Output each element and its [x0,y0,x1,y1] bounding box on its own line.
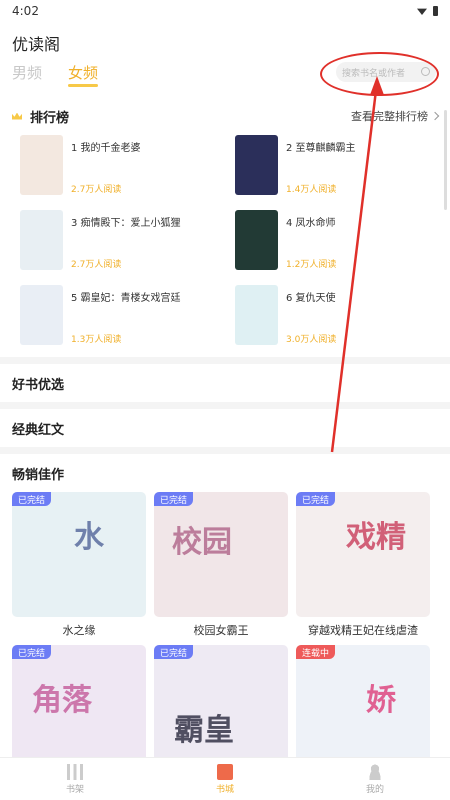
book-cover [20,135,63,195]
book-cover: 已完结 校园 [154,492,288,617]
bestseller-item[interactable]: 已完结 戏精 穿越戏精王妃在线虐渣 [296,492,430,645]
status-badge: 已完结 [296,492,336,506]
book-title: 校园女霸王 [193,624,249,637]
book-icon [217,763,233,780]
book-cover: 已完结 戏精 [296,492,430,617]
book-cover [20,285,63,345]
section-good-books[interactable]: 好书优选 [0,364,450,402]
bestseller-item[interactable]: 已完结 角落 [12,645,146,770]
status-badge: 连载中 [296,645,336,659]
status-bar: 4:02 [0,0,450,22]
status-badge: 已完结 [154,645,194,659]
book-title: 穿越戏精王妃在线虐渣 [308,624,418,637]
ranking-header: 排行榜 查看完整排行榜 [0,99,450,133]
ranking-list: 1 我的千金老婆 2.7万人阅读 2 至尊麒麟霸主 1.4万人阅读 3 痴情殿下… [0,135,450,347]
book-title: 1 我的千金老婆 [71,143,141,154]
book-title: 5 霸皇妃：青楼女戏宫廷 [71,293,181,304]
divider [0,402,450,409]
read-count: 2.7万人阅读 [71,260,122,270]
divider [0,447,450,454]
cover-art-text: 校园 [172,525,232,560]
scrollbar[interactable] [444,110,447,210]
cover-art-text: 戏精 [346,520,406,555]
book-cover [235,285,278,345]
rank-item[interactable]: 4 凤水命师 1.2万人阅读 [235,210,450,272]
status-time: 4:02 [12,4,39,18]
section-classic[interactable]: 经典红文 [0,409,450,447]
read-count: 1.4万人阅读 [286,185,337,195]
book-cover: 已完结 水 [12,492,146,617]
book-cover [235,135,278,195]
status-badge: 已完结 [12,492,52,506]
rank-item[interactable]: 5 霸皇妃：青楼女戏宫廷 1.3万人阅读 [20,285,235,347]
read-count: 1.3万人阅读 [71,335,122,345]
tab-female[interactable]: 女频 [68,62,99,87]
bestseller-item[interactable]: 已完结 霸皇 [154,645,288,770]
annotation-circle [320,52,439,96]
tab-male[interactable]: 男频 [12,62,42,83]
bookshelf-icon [67,763,83,780]
rank-item[interactable]: 3 痴情殿下：爱上小狐狸 2.7万人阅读 [20,210,235,272]
bestseller-item[interactable]: 已完结 水 水之缘 [12,492,146,645]
battery-icon [433,6,438,16]
user-icon [367,763,383,780]
bestseller-grid: 已完结 水 水之缘 已完结 校园 校园女霸王 已完结 戏精 穿越戏精王妃在线虐渣… [0,492,450,770]
ranking-more-link[interactable]: 查看完整排行榜 [351,108,440,124]
rank-item[interactable]: 2 至尊麒麟霸主 1.4万人阅读 [235,135,450,197]
book-title: 4 凤水命师 [286,218,336,229]
tab-bookstore[interactable]: 书城 [150,758,300,800]
cover-art-text: 水 [74,520,104,555]
read-count: 1.2万人阅读 [286,260,337,270]
book-title: 6 复仇天使 [286,293,336,304]
ranking-title: 排行榜 [30,110,70,126]
cover-art-text: 角落 [32,683,92,718]
cover-art-text: 霸皇 [174,713,234,748]
cover-art-text: 娇 [366,683,396,718]
book-title: 3 痴情殿下：爱上小狐狸 [71,218,181,229]
bestseller-item[interactable]: 连载中 娇 [296,645,430,770]
rank-item[interactable]: 6 复仇天使 3.0万人阅读 [235,285,450,347]
status-badge: 已完结 [12,645,52,659]
rank-item[interactable]: 1 我的千金老婆 2.7万人阅读 [20,135,235,197]
book-cover: 连载中 娇 [296,645,430,770]
book-cover: 已完结 角落 [12,645,146,770]
book-title: 水之缘 [62,624,96,637]
divider [0,357,450,364]
book-title: 2 至尊麒麟霸主 [286,143,356,154]
section-bestseller: 畅销佳作 [12,467,65,483]
book-cover [235,210,278,270]
bottom-tab-bar: 书架 书城 我的 [0,757,450,800]
wifi-icon [417,8,427,15]
book-cover [20,210,63,270]
status-badge: 已完结 [154,492,194,506]
tab-bookshelf[interactable]: 书架 [0,758,150,800]
app-title: 优读阁 [12,35,61,54]
crown-icon [12,112,22,120]
tab-me[interactable]: 我的 [300,758,450,800]
book-cover: 已完结 霸皇 [154,645,288,770]
chevron-right-icon [430,111,440,121]
read-count: 2.7万人阅读 [71,185,122,195]
bestseller-item[interactable]: 已完结 校园 校园女霸王 [154,492,288,645]
read-count: 3.0万人阅读 [286,335,337,345]
